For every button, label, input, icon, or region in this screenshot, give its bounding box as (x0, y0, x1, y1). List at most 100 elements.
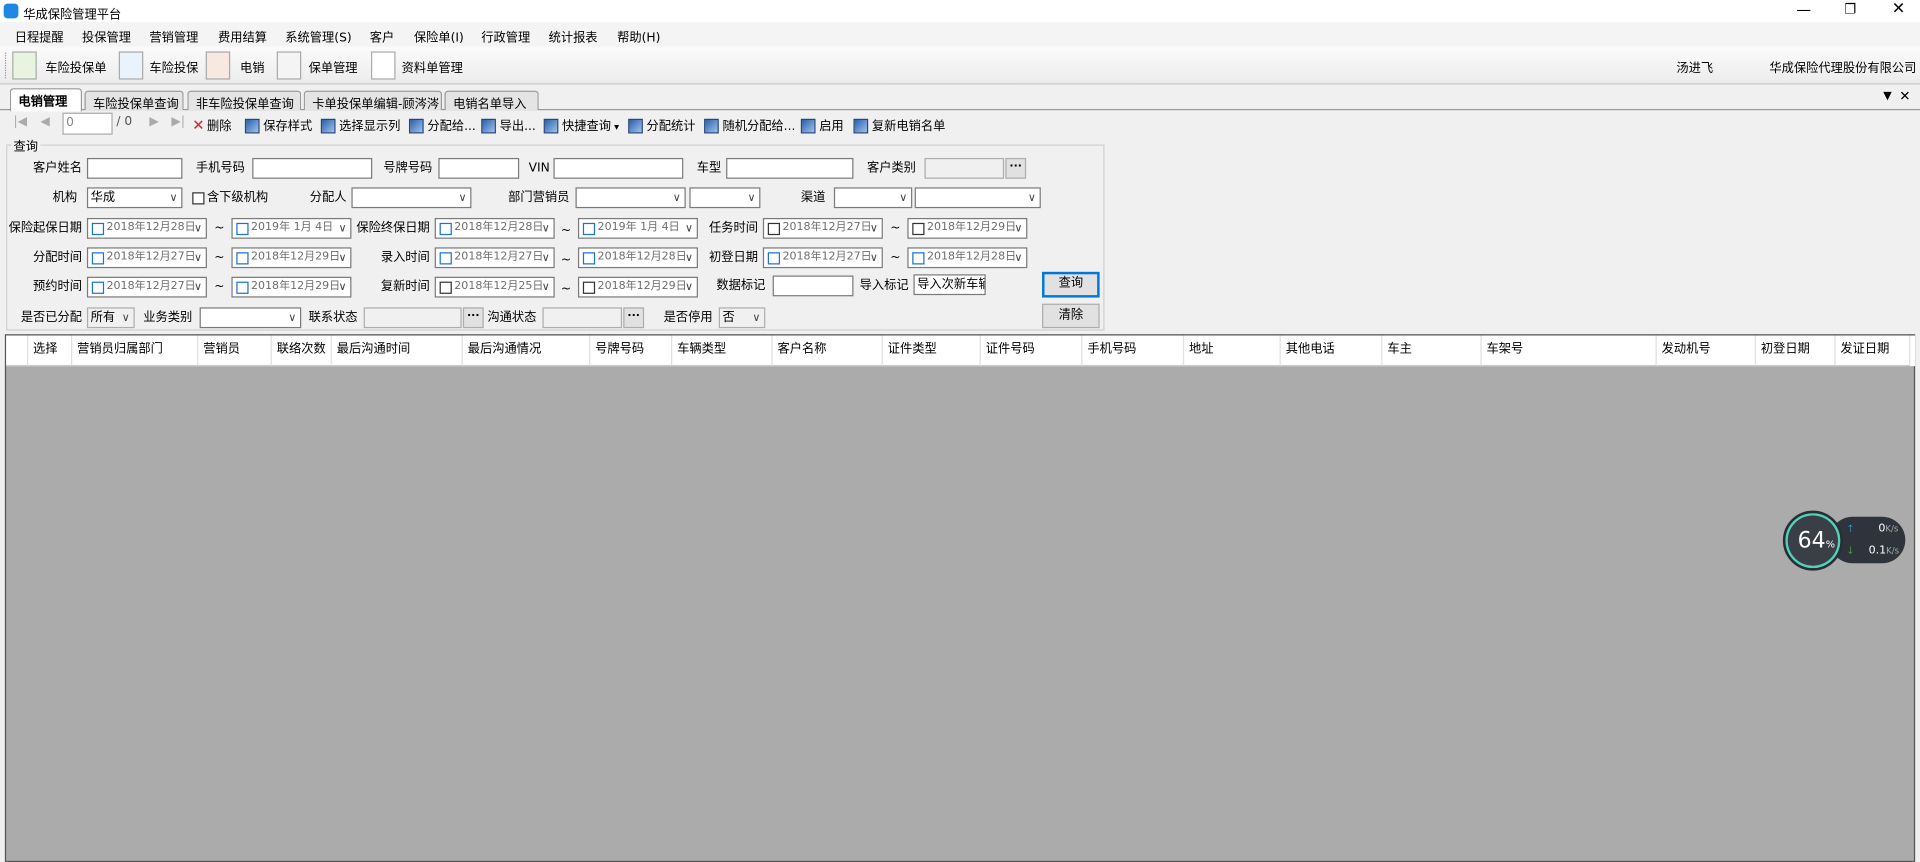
action-7[interactable]: 随机分配给... (704, 115, 795, 134)
menu-0[interactable]: 日程提醒 (15, 27, 64, 45)
date-checkbox[interactable] (767, 222, 781, 236)
renew_from-date-picker[interactable]: 2018年12月25日 (434, 276, 555, 298)
assign_to-date-picker[interactable]: 2018年12月29日 (231, 247, 352, 269)
contact-status-browse-button[interactable]: ··· (462, 307, 484, 329)
date-checkbox[interactable] (91, 222, 105, 236)
column-header[interactable]: 营销员 (198, 335, 272, 367)
menu-5[interactable]: 客户 (370, 27, 394, 45)
customer-name-input[interactable] (86, 157, 183, 179)
tab-4[interactable]: 电销名单导入 (444, 90, 539, 111)
comm-status-input[interactable] (542, 307, 623, 329)
column-header[interactable]: 其他电话 (1280, 335, 1383, 367)
menu-3[interactable]: 费用结算 (218, 27, 267, 45)
next-page-icon[interactable]: ▶ (149, 115, 158, 128)
reg_to-date-picker[interactable]: 2018年12月28日 (907, 247, 1028, 269)
date-checkbox[interactable] (439, 252, 452, 265)
task_from-date-picker[interactable]: 2018年12月27日 (762, 217, 883, 239)
first-page-icon[interactable]: |◀ (13, 115, 27, 128)
data-mark-input[interactable] (772, 275, 854, 297)
action-2[interactable]: 选择显示列 (320, 115, 400, 134)
vin-input[interactable] (553, 157, 684, 179)
assignee-select[interactable] (351, 187, 472, 209)
action-0[interactable]: ✕ 删除 (192, 115, 231, 133)
date-checkbox[interactable] (767, 252, 781, 265)
end_to-date-picker[interactable]: 2019年 1月 4日 (577, 217, 698, 239)
menu-8[interactable]: 统计报表 (549, 27, 598, 45)
date-checkbox[interactable] (91, 252, 105, 265)
vehicle-insure-icon[interactable] (118, 51, 144, 80)
business-type-select[interactable] (199, 307, 302, 329)
telesales-icon[interactable] (205, 51, 231, 80)
menu-2[interactable]: 营销管理 (149, 27, 198, 45)
entry_from-date-picker[interactable]: 2018年12月27日 (434, 247, 555, 269)
date-checkbox[interactable] (582, 252, 596, 265)
model-input[interactable] (726, 157, 854, 179)
policy-manage-icon[interactable] (276, 51, 302, 80)
close-icon[interactable]: ✕ (1892, 0, 1905, 18)
tab-2[interactable]: 非车险投保单查询 (187, 90, 302, 111)
date-checkbox[interactable] (236, 222, 249, 236)
tab-0[interactable]: 电销管理 (9, 88, 83, 112)
dept-select[interactable] (575, 187, 686, 209)
date-checkbox[interactable] (91, 281, 105, 294)
column-header[interactable]: 最后沟通时间 (331, 335, 463, 367)
menu-1[interactable]: 投保管理 (82, 27, 131, 45)
column-header[interactable]: 最后沟通情况 (462, 335, 591, 367)
appt_to-date-picker[interactable]: 2018年12月29日 (231, 276, 352, 298)
column-header[interactable]: 手机号码 (1082, 335, 1185, 367)
dropdown-arrow-icon[interactable]: ▾ (611, 121, 619, 132)
start_from-date-picker[interactable]: 2018年12月28日 (86, 217, 207, 239)
task_to-date-picker[interactable]: 2018年12月29日 (907, 217, 1028, 239)
column-header[interactable]: 联络次数 (271, 335, 332, 367)
org-select[interactable]: 华成 (86, 187, 183, 209)
salesperson-select[interactable] (689, 187, 761, 209)
toolbar-button-1[interactable]: 车险投保 (149, 58, 198, 75)
column-header[interactable]: 选择 (28, 335, 73, 367)
customer-type-input[interactable] (924, 157, 1005, 179)
end_from-date-picker[interactable]: 2018年12月28日 (434, 217, 555, 239)
last-page-icon[interactable]: ▶| (171, 115, 185, 128)
document-icon[interactable] (371, 51, 396, 80)
date-checkbox[interactable] (912, 252, 925, 265)
column-header[interactable]: 证件类型 (882, 335, 981, 367)
column-header[interactable]: 初登日期 (1755, 335, 1836, 367)
customer-type-browse-button[interactable]: ··· (1005, 157, 1027, 179)
column-header[interactable]: 车架号 (1481, 335, 1657, 367)
search-button[interactable]: 查询 (1042, 271, 1100, 298)
action-9[interactable]: 复新电销名单 (853, 115, 945, 134)
tab-1[interactable]: 车险投保单查询 (84, 90, 184, 111)
policy-form-icon[interactable] (12, 51, 37, 80)
menu-4[interactable]: 系统管理(S) (285, 27, 351, 45)
date-checkbox[interactable] (236, 281, 249, 294)
action-4[interactable]: 导出... (481, 115, 536, 134)
prev-page-icon[interactable]: ◀ (40, 115, 49, 128)
clear-button[interactable]: 清除 (1042, 303, 1100, 329)
date-checkbox[interactable] (582, 281, 596, 294)
close-tab-icon[interactable]: ✕ (1899, 88, 1910, 104)
start_to-date-picker[interactable]: 2019年 1月 4日 (231, 217, 352, 239)
assigned-select[interactable]: 所有 (86, 307, 135, 329)
column-header[interactable]: 营销员归属部门 (72, 335, 199, 367)
toolbar-button-3[interactable]: 保单管理 (309, 58, 358, 75)
disabled-select[interactable]: 否 (718, 307, 766, 329)
toolbar-button-4[interactable]: 资料单管理 (402, 58, 463, 75)
contact-status-input[interactable] (363, 307, 462, 329)
toolbar-button-2[interactable]: 电销 (240, 58, 264, 75)
import-mark-input[interactable]: 导入次新车辆 (913, 274, 986, 296)
assign_from-date-picker[interactable]: 2018年12月27日 (86, 247, 207, 269)
mobile-input[interactable] (252, 157, 373, 179)
entry_to-date-picker[interactable]: 2018年12月28日 (577, 247, 698, 269)
maximize-icon[interactable]: ❐ (1844, 1, 1856, 17)
menu-6[interactable]: 保险单(I) (414, 27, 464, 45)
action-3[interactable]: 分配给... (408, 115, 476, 134)
menu-9[interactable]: 帮助(H) (617, 27, 660, 45)
renew_to-date-picker[interactable]: 2018年12月29日 (577, 276, 698, 298)
menu-7[interactable]: 行政管理 (481, 27, 530, 45)
column-header[interactable]: 车辆类型 (672, 335, 773, 367)
channel-select[interactable] (833, 187, 913, 209)
plate-input[interactable] (438, 157, 520, 179)
date-checkbox[interactable] (236, 252, 249, 265)
column-header[interactable]: 发证日期 (1835, 335, 1911, 367)
date-checkbox[interactable] (439, 281, 452, 294)
sub-channel-select[interactable] (914, 187, 1041, 209)
